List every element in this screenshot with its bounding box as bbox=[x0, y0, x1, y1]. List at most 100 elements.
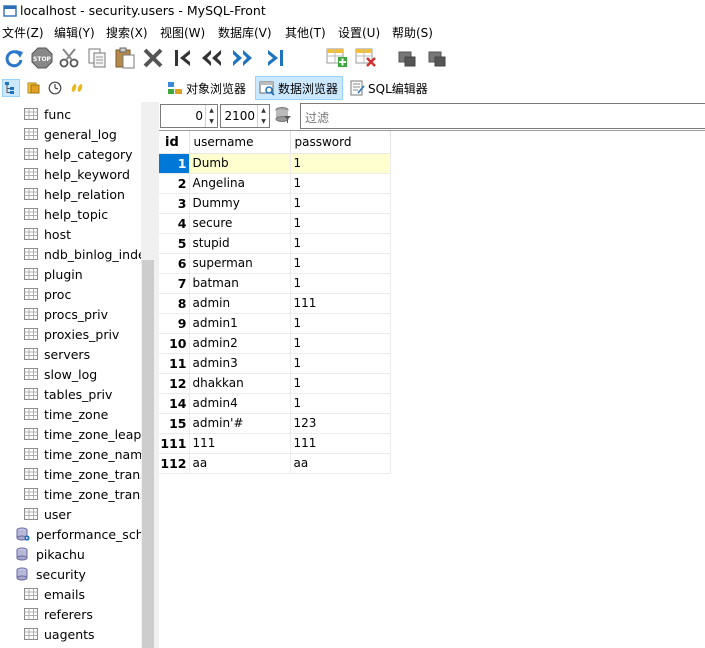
limit-spinner[interactable]: 2100 ▲ ▼ bbox=[220, 104, 270, 128]
cell-id[interactable]: 111 bbox=[159, 433, 190, 454]
menu-other[interactable]: 其他(T) bbox=[285, 24, 326, 41]
cell-username[interactable]: stupid bbox=[189, 233, 291, 254]
cell-username[interactable]: superman bbox=[189, 253, 291, 274]
post-record-button[interactable] bbox=[394, 45, 420, 71]
cell-id[interactable]: 5 bbox=[159, 233, 190, 254]
table-row[interactable]: 112 aa aa bbox=[159, 453, 391, 474]
table-row[interactable]: 2 Angelina 1 bbox=[159, 173, 391, 194]
cell-username[interactable]: admin'# bbox=[189, 413, 291, 434]
delete-button[interactable] bbox=[140, 45, 166, 71]
tree-item-table[interactable]: tables_priv bbox=[24, 384, 112, 404]
tree-item-table[interactable]: emails bbox=[24, 584, 85, 604]
cell-password[interactable]: 1 bbox=[290, 373, 391, 394]
cell-password[interactable]: 1 bbox=[290, 393, 391, 414]
cell-id[interactable]: 8 bbox=[159, 293, 190, 314]
bookmarks-button[interactable] bbox=[24, 79, 42, 97]
tree-item-table[interactable]: time_zone_leap_s bbox=[24, 424, 141, 444]
cell-id[interactable]: 15 bbox=[159, 413, 190, 434]
menu-settings[interactable]: 设置(U) bbox=[338, 24, 380, 41]
table-row[interactable]: 12 dhakkan 1 bbox=[159, 373, 391, 394]
tree-item-database[interactable]: security bbox=[16, 564, 86, 584]
table-row[interactable]: 6 superman 1 bbox=[159, 253, 391, 274]
offset-down-icon[interactable]: ▼ bbox=[206, 116, 217, 127]
cell-username[interactable]: admin3 bbox=[189, 353, 291, 374]
cell-username[interactable]: Dumb bbox=[189, 153, 291, 174]
menu-view[interactable]: 视图(W) bbox=[160, 24, 205, 41]
cell-id[interactable]: 6 bbox=[159, 253, 190, 274]
tree-item-table[interactable]: host bbox=[24, 224, 71, 244]
delete-record-button[interactable] bbox=[353, 45, 379, 71]
cell-username[interactable]: dhakkan bbox=[189, 373, 291, 394]
tree-item-table[interactable]: proxies_priv bbox=[24, 324, 119, 344]
tree-item-table[interactable]: slow_log bbox=[24, 364, 97, 384]
cell-password[interactable]: 1 bbox=[290, 333, 391, 354]
cell-id[interactable]: 12 bbox=[159, 373, 190, 394]
tree-item-database[interactable]: performance_sche bbox=[16, 524, 141, 544]
tree-item-table[interactable]: ndb_binlog_inde bbox=[24, 244, 141, 264]
cell-username[interactable]: admin2 bbox=[189, 333, 291, 354]
cell-password[interactable]: 1 bbox=[290, 233, 391, 254]
cell-password[interactable]: 111 bbox=[290, 433, 391, 454]
cell-password[interactable]: aa bbox=[290, 453, 391, 474]
tree-item-table[interactable]: time_zone bbox=[24, 404, 108, 424]
tab-sql-editor[interactable]: SQL编辑器 bbox=[346, 76, 432, 100]
offset-spinner[interactable]: 0 ▲ ▼ bbox=[160, 104, 218, 128]
cancel-record-button[interactable] bbox=[424, 45, 450, 71]
cell-password[interactable]: 123 bbox=[290, 413, 391, 434]
tree-scrollbar-thumb[interactable] bbox=[142, 260, 154, 648]
tree-item-table[interactable]: user bbox=[24, 504, 71, 524]
tree-view-button[interactable] bbox=[2, 79, 20, 97]
table-row[interactable]: 14 admin4 1 bbox=[159, 393, 391, 414]
cell-username[interactable]: Angelina bbox=[189, 173, 291, 194]
table-row[interactable]: 11 admin3 1 bbox=[159, 353, 391, 374]
tree-item-table[interactable]: help_keyword bbox=[24, 164, 130, 184]
menu-file[interactable]: 文件(Z) bbox=[2, 24, 44, 41]
tree-item-table[interactable]: func bbox=[24, 104, 71, 124]
cell-username[interactable]: batman bbox=[189, 273, 291, 294]
column-header-password[interactable]: password bbox=[290, 131, 391, 154]
column-header-id[interactable]: id bbox=[159, 131, 190, 154]
tree-item-table[interactable]: plugin bbox=[24, 264, 83, 284]
tree-item-table[interactable]: proc bbox=[24, 284, 71, 304]
next-records-button[interactable] bbox=[229, 45, 255, 71]
cell-id[interactable]: 11 bbox=[159, 353, 190, 374]
tree-item-table[interactable]: time_zone_transi bbox=[24, 484, 141, 504]
menu-database[interactable]: 数据库(V) bbox=[218, 24, 272, 41]
tree-item-table[interactable]: time_zone_name bbox=[24, 444, 141, 464]
paste-button[interactable] bbox=[112, 45, 138, 71]
cell-id[interactable]: 1 bbox=[159, 153, 190, 174]
tab-object-browser[interactable]: 对象浏览器 bbox=[164, 76, 250, 100]
cell-username[interactable]: 111 bbox=[189, 433, 291, 454]
tree-item-table[interactable]: help_topic bbox=[24, 204, 108, 224]
table-row[interactable]: 8 admin 111 bbox=[159, 293, 391, 314]
table-row[interactable]: 5 stupid 1 bbox=[159, 233, 391, 254]
column-header-username[interactable]: username bbox=[189, 131, 291, 154]
cell-password[interactable]: 1 bbox=[290, 313, 391, 334]
history-button[interactable] bbox=[46, 79, 64, 97]
tree-item-table[interactable]: servers bbox=[24, 344, 90, 364]
last-record-button[interactable] bbox=[262, 45, 288, 71]
cell-username[interactable]: secure bbox=[189, 213, 291, 234]
table-row[interactable]: 1 Dumb 1 bbox=[159, 153, 391, 174]
previous-records-button[interactable] bbox=[199, 45, 225, 71]
favorites-button[interactable] bbox=[68, 79, 86, 97]
cell-password[interactable]: 1 bbox=[290, 153, 391, 174]
table-row[interactable]: 3 Dummy 1 bbox=[159, 193, 391, 214]
copy-button[interactable] bbox=[84, 45, 110, 71]
cell-password[interactable]: 1 bbox=[290, 253, 391, 274]
cell-id[interactable]: 112 bbox=[159, 453, 190, 474]
limit-up-icon[interactable]: ▲ bbox=[258, 105, 269, 116]
insert-record-button[interactable] bbox=[324, 45, 350, 71]
tree-item-table[interactable]: procs_priv bbox=[24, 304, 108, 324]
cell-id[interactable]: 10 bbox=[159, 333, 190, 354]
table-row[interactable]: 111 111 111 bbox=[159, 433, 391, 454]
cell-username[interactable]: admin1 bbox=[189, 313, 291, 334]
menu-help[interactable]: 帮助(S) bbox=[392, 24, 433, 41]
filter-toggle-button[interactable] bbox=[274, 106, 292, 124]
cell-password[interactable]: 1 bbox=[290, 173, 391, 194]
tree-scrollbar[interactable] bbox=[141, 102, 155, 648]
tab-data-browser[interactable]: 数据浏览器 bbox=[255, 76, 344, 100]
cell-username[interactable]: admin4 bbox=[189, 393, 291, 414]
menu-edit[interactable]: 编辑(Y) bbox=[54, 24, 95, 41]
table-row[interactable]: 9 admin1 1 bbox=[159, 313, 391, 334]
